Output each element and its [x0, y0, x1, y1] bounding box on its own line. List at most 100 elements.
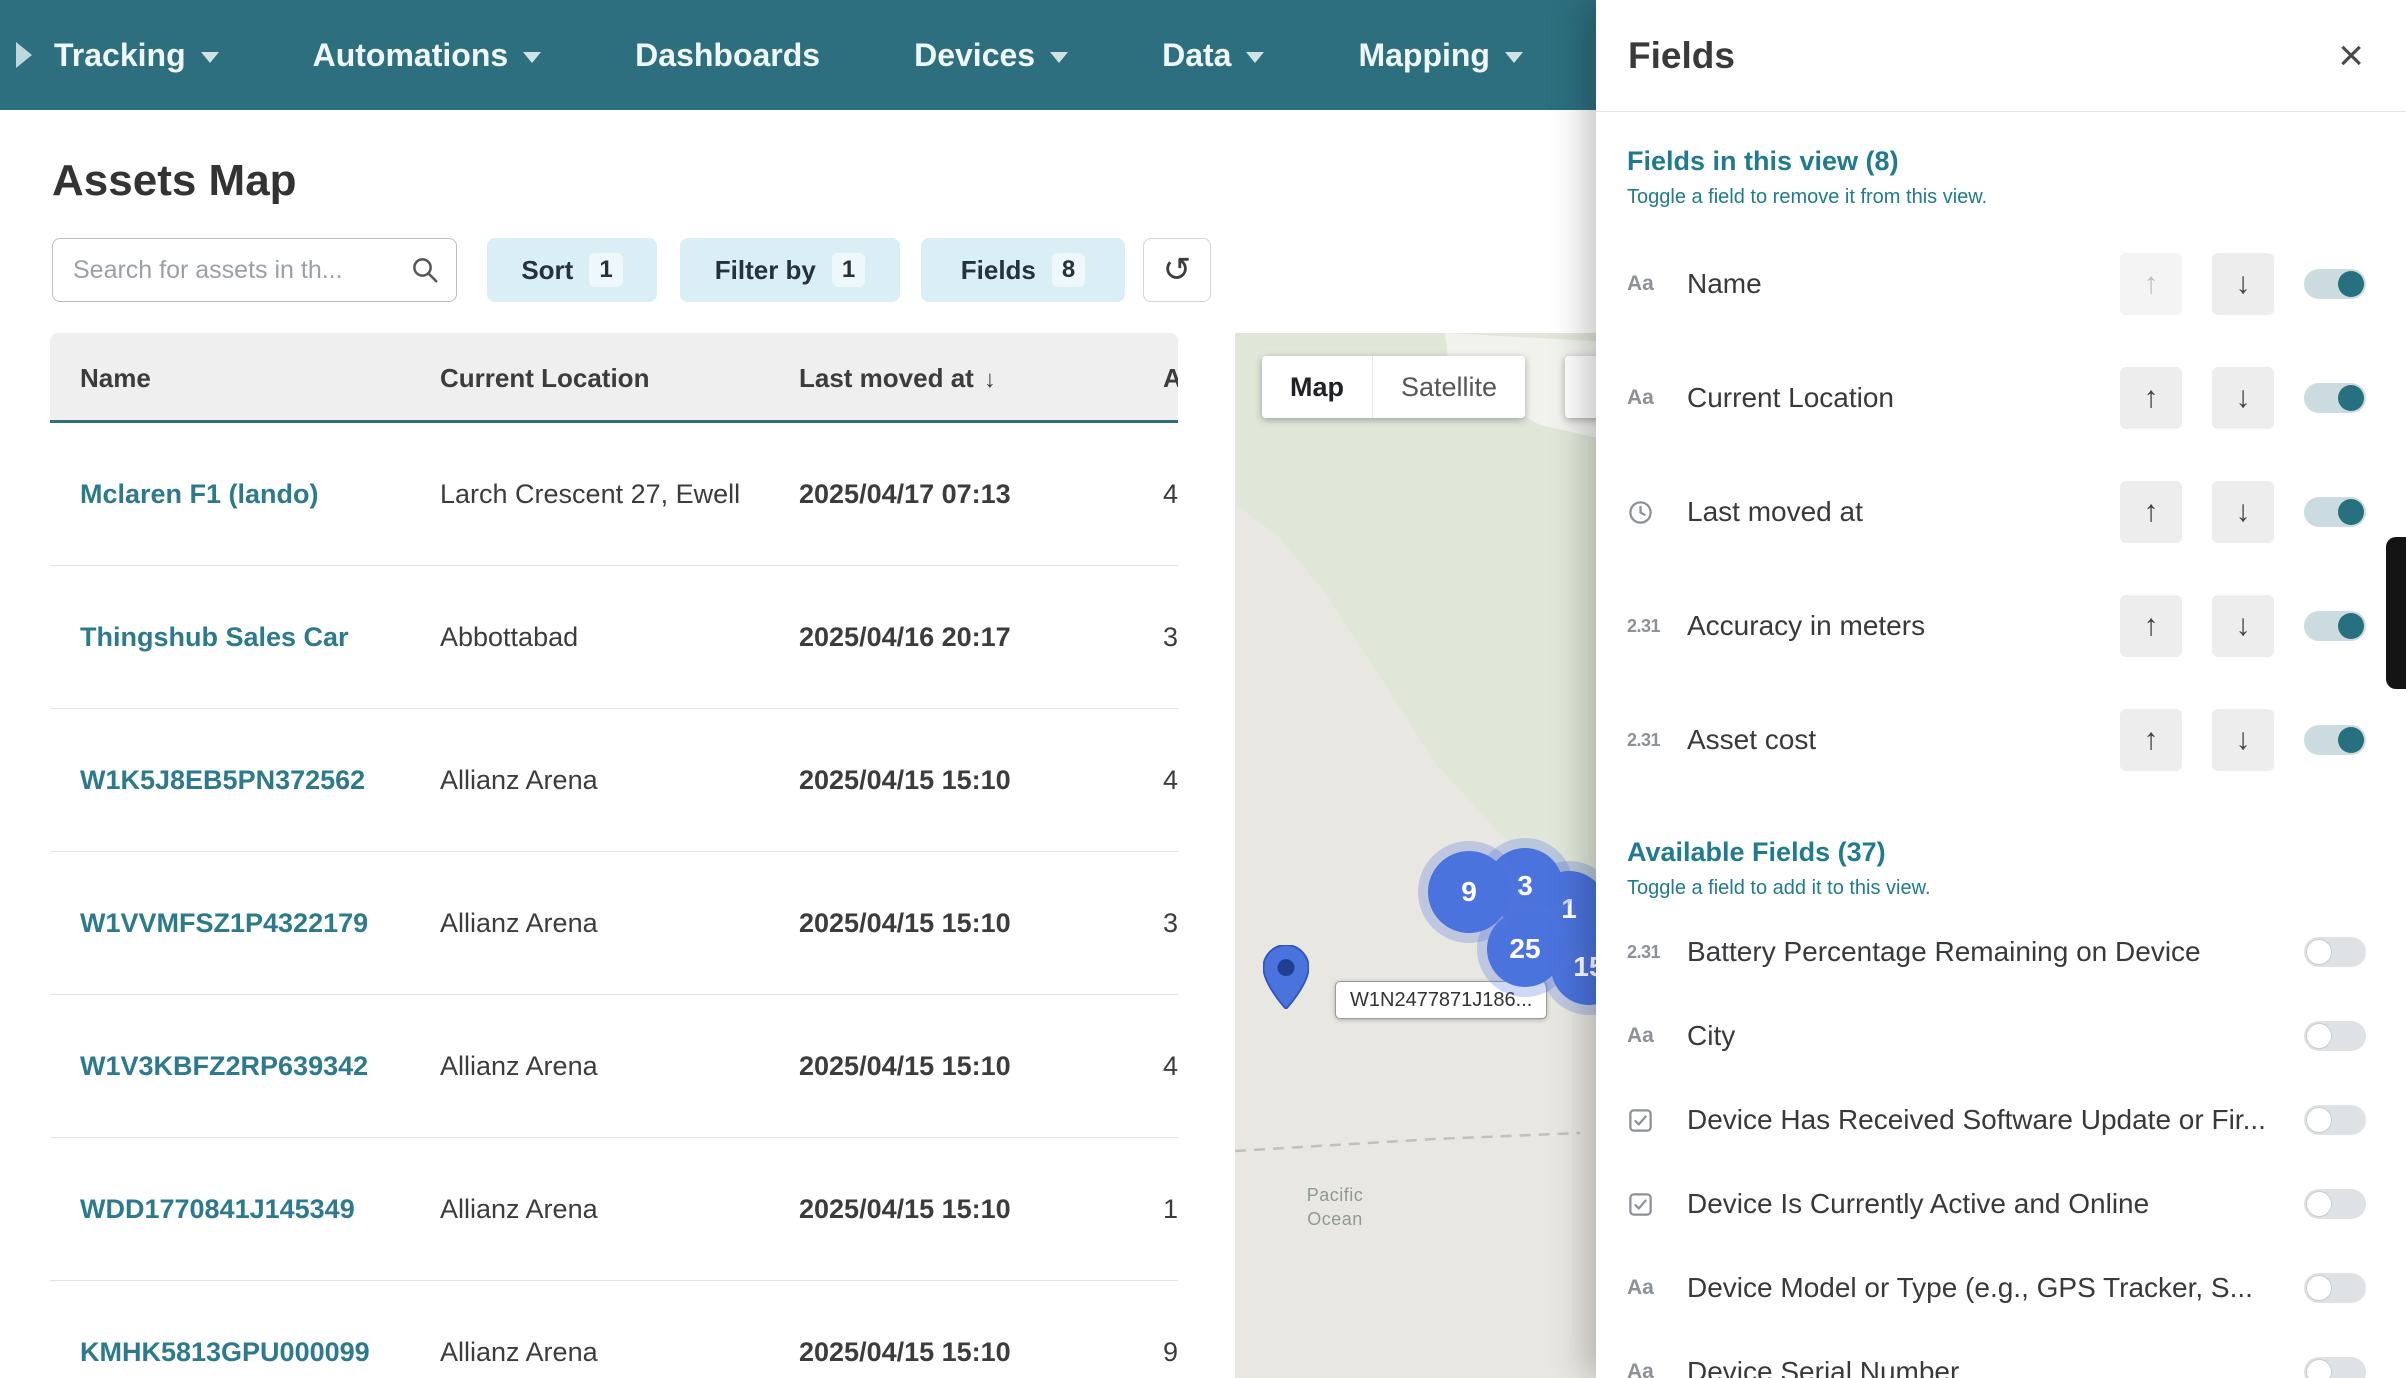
field-toggle[interactable]: [2304, 497, 2366, 527]
asset-name-link[interactable]: Mclaren F1 (lando): [80, 423, 319, 566]
nav-item-automations[interactable]: Automations: [313, 37, 542, 74]
nav-item-devices[interactable]: Devices: [914, 37, 1068, 74]
field-row-name: Aa Name: [1627, 227, 2366, 341]
nav-item-mapping[interactable]: Mapping: [1358, 37, 1523, 74]
col-accuracy[interactable]: A: [1163, 333, 1178, 423]
arrow-up-icon: [2144, 723, 2159, 757]
arrow-down-icon: [2236, 381, 2251, 415]
move-down-button[interactable]: [2212, 709, 2274, 771]
field-row-accuracy-in-meters: 2.31 Accuracy in meters: [1627, 569, 2366, 683]
nav-item-label: Devices: [914, 37, 1035, 74]
arrow-down-icon: [2236, 267, 2251, 301]
nav-item-label: Automations: [313, 37, 509, 74]
asset-name-link[interactable]: Thingshub Sales Car: [80, 566, 349, 709]
sort-desc-icon: [974, 363, 996, 394]
table-header: Name Current Location Last moved at A: [50, 333, 1178, 423]
field-toggle[interactable]: [2304, 725, 2366, 755]
asset-last-moved: 2025/04/15 15:10: [799, 852, 1011, 995]
field-toggle[interactable]: [2304, 383, 2366, 413]
asset-name-link[interactable]: W1V3KBFZ2RP639342: [80, 995, 368, 1138]
map-type-map-button[interactable]: Map: [1262, 356, 1372, 418]
table-row[interactable]: W1VVMFSZ1P4322179 Allianz Arena 2025/04/…: [50, 852, 1178, 995]
asset-accuracy: 17: [1163, 1138, 1178, 1281]
nav-item-data[interactable]: Data: [1162, 37, 1264, 74]
table-row[interactable]: Thingshub Sales Car Abbottabad 2025/04/1…: [50, 566, 1178, 709]
search-box: [52, 238, 457, 302]
move-up-button[interactable]: [2120, 481, 2182, 543]
field-toggle[interactable]: [2304, 937, 2366, 967]
refresh-button[interactable]: [1143, 238, 1211, 302]
map-pin-icon[interactable]: [1263, 945, 1309, 1009]
close-icon[interactable]: [2338, 34, 2364, 78]
move-up-button[interactable]: [2120, 709, 2182, 771]
arrow-down-icon: [2236, 723, 2251, 757]
move-up-button[interactable]: [2120, 367, 2182, 429]
sort-button[interactable]: Sort 1: [487, 238, 657, 302]
nav-item-dashboards[interactable]: Dashboards: [635, 37, 820, 74]
nav-item-label: Data: [1162, 37, 1231, 74]
chevron-down-icon: [201, 52, 219, 63]
col-name[interactable]: Name: [80, 333, 151, 423]
asset-location: Larch Crescent 27, Ewell: [440, 423, 740, 566]
nav-item-tracking[interactable]: Tracking: [54, 37, 219, 74]
field-toggle[interactable]: [2304, 611, 2366, 641]
asset-name-link[interactable]: W1K5J8EB5PN372562: [80, 709, 365, 852]
field-toggle[interactable]: [2304, 1273, 2366, 1303]
move-up-button[interactable]: [2120, 595, 2182, 657]
move-down-button[interactable]: [2212, 253, 2274, 315]
clock-icon: [1627, 499, 1677, 526]
table-row[interactable]: WDD1770841J145349 Allianz Arena 2025/04/…: [50, 1138, 1178, 1281]
field-label: Name: [1687, 268, 2102, 300]
fields-button[interactable]: Fields 8: [921, 238, 1125, 302]
text-field-icon: Aa: [1627, 386, 1677, 410]
field-toggle[interactable]: [2304, 269, 2366, 299]
number-field-icon: 2.31: [1627, 730, 1677, 751]
asset-name-link[interactable]: W1VVMFSZ1P4322179: [80, 852, 368, 995]
refresh-icon: [1163, 250, 1192, 290]
field-toggle[interactable]: [2304, 1189, 2366, 1219]
side-edge-tab[interactable]: [2386, 537, 2406, 689]
field-label: Device Is Currently Active and Online: [1687, 1188, 2286, 1220]
nav-expand-icon[interactable]: [16, 42, 32, 68]
toolbar: Sort 1 Filter by 1 Fields 8: [0, 238, 1240, 302]
cluster-marker[interactable]: 9: [1428, 851, 1510, 933]
table-row[interactable]: Mclaren F1 (lando) Larch Crescent 27, Ew…: [50, 423, 1178, 566]
map-type-satellite-button[interactable]: Satellite: [1372, 356, 1525, 418]
move-up-button[interactable]: [2120, 253, 2182, 315]
pin-label[interactable]: W1N2477871J186...: [1335, 981, 1547, 1019]
arrow-up-icon: [2144, 267, 2159, 301]
move-down-button[interactable]: [2212, 595, 2274, 657]
asset-location: Allianz Arena: [440, 995, 598, 1138]
text-field-icon: Aa: [1627, 1360, 1677, 1378]
col-last-moved[interactable]: Last moved at: [799, 333, 996, 423]
asset-last-moved: 2025/04/15 15:10: [799, 1281, 1011, 1378]
field-label: Device Serial Number: [1687, 1356, 2286, 1378]
table-row[interactable]: W1V3KBFZ2RP639342 Allianz Arena 2025/04/…: [50, 995, 1178, 1138]
field-toggle[interactable]: [2304, 1021, 2366, 1051]
table-row[interactable]: W1K5J8EB5PN372562 Allianz Arena 2025/04/…: [50, 709, 1178, 852]
fields-count-badge: 8: [1052, 253, 1085, 287]
field-label: Battery Percentage Remaining on Device: [1687, 936, 2286, 968]
filter-button-label: Filter by: [715, 255, 816, 286]
checkbox-field-icon: [1627, 1107, 1677, 1134]
table-row[interactable]: KMHK5813GPU000099 Allianz Arena 2025/04/…: [50, 1281, 1178, 1378]
cluster-marker[interactable]: 25: [1487, 911, 1563, 987]
nav-item-label: Dashboards: [635, 37, 820, 74]
chevron-down-icon: [1050, 52, 1068, 63]
fields-panel: Fields Fields in this view (8) Toggle a …: [1596, 0, 2406, 1378]
field-row-device-serial-number: Aa Device Serial Number: [1627, 1330, 2366, 1378]
move-down-button[interactable]: [2212, 367, 2274, 429]
field-label: Accuracy in meters: [1687, 610, 2102, 642]
asset-name-link[interactable]: WDD1770841J145349: [80, 1138, 355, 1281]
field-toggle[interactable]: [2304, 1357, 2366, 1378]
asset-name-link[interactable]: KMHK5813GPU000099: [80, 1281, 370, 1378]
field-toggle[interactable]: [2304, 1105, 2366, 1135]
field-row-last-moved-at: Last moved at: [1627, 455, 2366, 569]
col-current-location[interactable]: Current Location: [440, 333, 649, 423]
asset-last-moved: 2025/04/15 15:10: [799, 1138, 1011, 1281]
move-down-button[interactable]: [2212, 481, 2274, 543]
search-icon[interactable]: [410, 255, 440, 285]
arrow-up-icon: [2144, 381, 2159, 415]
filter-button[interactable]: Filter by 1: [680, 238, 900, 302]
search-input[interactable]: [53, 256, 410, 285]
